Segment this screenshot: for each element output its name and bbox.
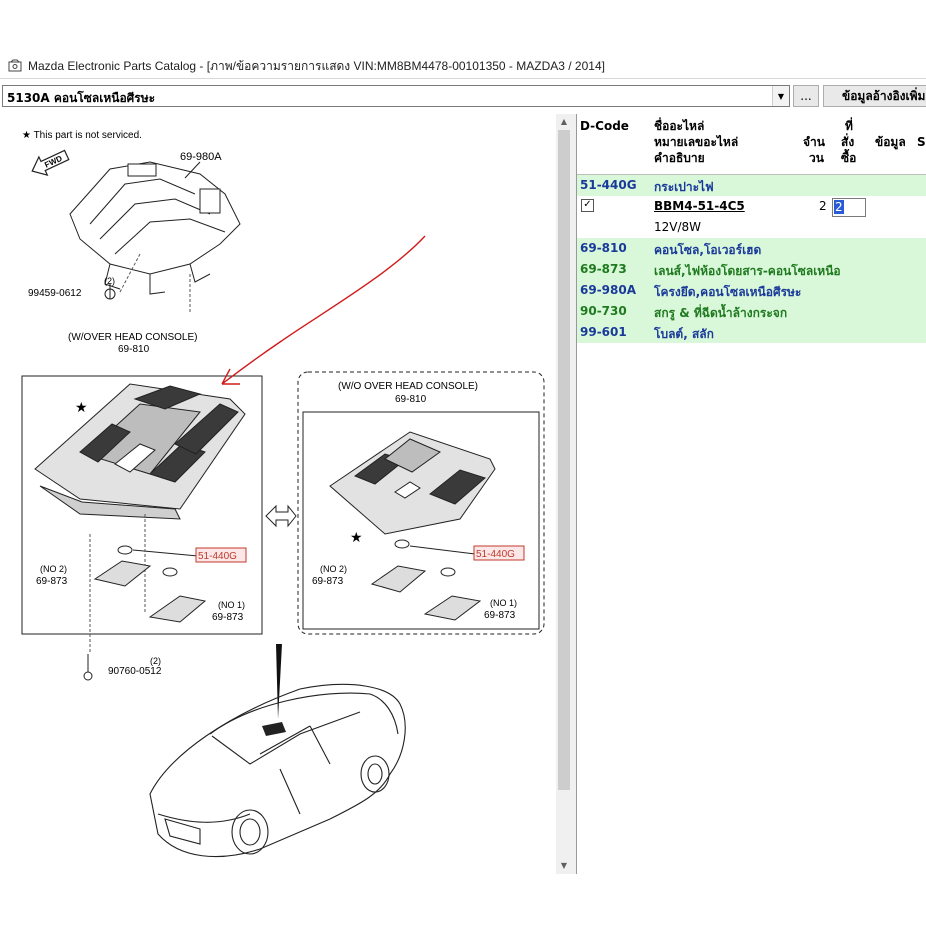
fwd-arrow-icon: FWD [31,149,70,176]
diagram-scrollbar[interactable]: ▲ ▼ [556,114,572,874]
lens-no2-left-drawing [93,560,152,587]
diagram-canvas: ★ This part is not serviced. FWD 69-980A… [21,130,545,858]
label-lens-no2-right-code: 69-873 [312,576,344,587]
toolbar: 5130A คอนโซลเหนือศีรษะ ▼ ... ข้อมูลอ้างอ… [0,84,926,110]
row-name: โบลต์, สลัก [654,327,714,341]
label-69-980A: 69-980A [180,151,222,163]
label-lens-no1-left: (NO 1) [218,600,245,610]
selected-part-row[interactable]: ✓ BBM4-51-4C5 2 2 12V/8W [577,196,926,238]
console-location-mark [262,722,286,736]
reference-button[interactable]: ข้อมูลอ้างอิงเพิ่ม [823,85,926,107]
header-dcode[interactable]: D-Code [580,118,629,134]
section-dropdown-value: 5130A คอนโซลเหนือศีรษะ [7,91,156,105]
location-pointer [276,644,282,719]
grid-header: D-Code ชื่ออะไหล่ หมายเลขอะไหล่ คำอธิบาย… [577,114,926,175]
header-order-1[interactable]: ที่ [845,118,853,134]
section-dropdown[interactable]: 5130A คอนโซลเหนือศีรษะ ▼ [2,85,790,107]
row-dcode: 90-730 [580,304,627,318]
header-part-number[interactable]: หมายเลขอะไหล่ [654,134,738,150]
catalog-icon [8,59,22,72]
bracket-frame-drawing [69,161,241,295]
lens-no1-right-drawing [423,595,482,621]
header-description[interactable]: คำอธิบาย [654,150,705,166]
row-dcode: 69-980A [580,283,637,297]
alternate-arrow-icon [265,504,297,528]
row-dcode: 69-810 [580,241,627,255]
table-row[interactable]: 90-730 สกรู & ที่ฉีดน้ำล้างกระจก [577,301,926,323]
row-dcode: 51-440G [580,178,637,192]
part-description: 12V/8W [654,220,702,234]
console-without-drawing [329,431,496,535]
table-row[interactable]: 69-980A โครงยึด,คอนโซลเหนือศีรษะ [577,280,926,302]
label-lens-no2-left-code: 69-873 [36,576,68,587]
header-order-3: ซื้อ [841,151,857,165]
header-info[interactable]: ข้อมูล [875,134,906,150]
part-checkbox[interactable]: ✓ [581,199,594,212]
row-name: สกรู & ที่ฉีดน้ำล้างกระจก [654,306,788,320]
chevron-down-icon[interactable]: ▼ [772,86,789,106]
label-lens-no1-left-code: 69-873 [212,612,244,623]
label-lens-no1-right: (NO 1) [490,598,517,608]
order-quantity-input[interactable]: 2 [832,198,866,217]
label-90760-0512: 90760-0512 [108,666,162,677]
label-lens-no2-right: (NO 2) [320,564,347,574]
label-with-console: (W/OVER HEAD CONSOLE) [68,332,197,343]
table-row[interactable]: 99-601 โบลต์, สลัก [577,322,926,344]
parts-diagram[interactable]: ★ This part is not serviced. FWD 69-980A… [0,114,572,874]
window-title-bar: Mazda Electronic Parts Catalog - [ภาพ/ข้… [0,54,926,79]
scroll-up-icon[interactable]: ▲ [556,114,572,130]
row-dcode: 69-873 [580,262,627,276]
header-qty-1[interactable]: จำน [803,134,825,150]
star-icon: ★ [350,529,363,545]
part-quantity: 2 [819,199,827,213]
scroll-down-icon[interactable]: ▼ [556,858,572,874]
header-part-name[interactable]: ชื่ออะไหล่ [654,118,704,134]
table-row[interactable]: 69-873 เลนส์,ไฟห้องโดยสาร-คอนโซลเหนือ [577,259,926,281]
red-callout-arrow [221,235,426,385]
label-without-console: (W/O OVER HEAD CONSOLE) [338,381,478,392]
window-title: Mazda Electronic Parts Catalog - [ภาพ/ข้… [28,58,605,73]
row-name: เลนส์,ไฟห้องโดยสาร-คอนโซลเหนือ [654,264,841,278]
part-number-link[interactable]: BBM4-51-4C5 [654,199,745,213]
star-icon: ★ [75,399,88,415]
label-screw-bottom-qty: (2) [150,656,161,666]
order-quantity-value: 2 [834,200,844,214]
label-99459-0612: 99459-0612 [28,288,82,299]
table-row[interactable]: 69-810 คอนโซล,โอเวอร์เฮด [577,238,926,260]
car-drawing [149,683,406,858]
screw-icon [83,654,93,681]
not-serviced-note: ★ This part is not serviced. [22,130,142,141]
lens-no1-left-drawing [148,595,207,623]
row-name: คอนโซล,โอเวอร์เฮด [654,243,762,257]
header-qty-2: วน [809,151,824,165]
header-extra[interactable]: S [917,134,926,150]
header-order-2: สั่ง [841,135,855,149]
parts-grid: D-Code ชื่ออะไหล่ หมายเลขอะไหล่ คำอธิบาย… [577,114,926,874]
label-with-console-code: 69-810 [118,344,150,355]
label-lens-no2-left: (NO 2) [40,564,67,574]
label-lens-no1-right-code: 69-873 [484,610,516,621]
row-name: กระเปาะไฟ [654,180,714,194]
lens-no2-right-drawing [370,565,427,593]
console-with-drawing [34,383,246,520]
browse-button[interactable]: ... [793,85,819,107]
row-dcode: 99-601 [580,325,627,339]
label-bulb-left: 51-440G [198,551,237,562]
label-without-console-code: 69-810 [395,394,427,405]
table-row[interactable]: 51-440G กระเปาะไฟ [577,175,926,197]
row-name: โครงยึด,คอนโซลเหนือศีรษะ [654,285,802,299]
label-bulb-right: 51-440G [476,549,515,560]
scrollbar-thumb[interactable] [558,130,570,790]
